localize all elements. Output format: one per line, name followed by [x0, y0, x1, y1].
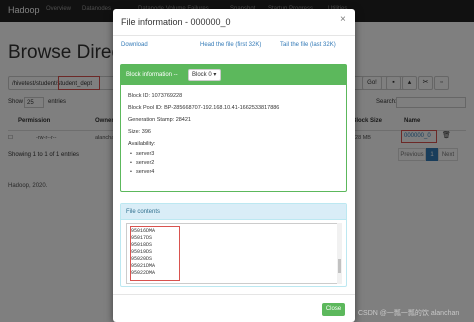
tail-file-link[interactable]: Tail the file (last 32K) [280, 42, 336, 48]
file-contents-panel: File contents 95016DMA 95017DS 95018DS 9… [120, 203, 347, 287]
watermark: CSDN @一瓢一瓢的饮 alanchan [358, 310, 460, 317]
textarea-scrollbar[interactable] [337, 223, 342, 284]
server-item: server4 [136, 169, 155, 175]
modal-header: File information - 000000_0 × [113, 9, 355, 36]
bullet-icon: • [130, 151, 132, 157]
file-contents-label: File contents [126, 209, 161, 215]
content-highlight [130, 226, 180, 281]
generation-stamp: Generation Stamp: 28421 [128, 117, 191, 123]
download-link[interactable]: Download [121, 42, 148, 48]
block-pool-id: Block Pool ID: BP-285668707-192.168.10.4… [128, 105, 280, 111]
modal-footer-divider [113, 294, 355, 295]
modal-title: File information - 000000_0 [121, 17, 231, 27]
block-info-label: Block information -- [126, 72, 178, 78]
block-info-header: Block information -- Block 0 ▾ [121, 65, 346, 85]
server-item: server3 [136, 151, 155, 157]
file-contents-header: File contents [121, 204, 346, 220]
block-info-panel: Block information -- Block 0 ▾ Block ID:… [120, 64, 347, 192]
file-info-modal: File information - 000000_0 × Download H… [113, 9, 355, 322]
bullet-icon: • [130, 160, 132, 166]
block-id: Block ID: 1073769228 [128, 93, 183, 99]
block-select-value: Block 0 [192, 72, 212, 78]
head-file-link[interactable]: Head the file (first 32K) [200, 42, 261, 48]
close-icon[interactable]: × [340, 14, 346, 25]
scrollbar-thumb[interactable] [338, 259, 341, 273]
close-button[interactable]: Close [322, 303, 345, 316]
availability-label: Availability: [128, 141, 156, 147]
block-select[interactable]: Block 0 ▾ [188, 69, 221, 81]
file-size: Size: 396 [128, 129, 151, 135]
server-item: server2 [136, 160, 155, 166]
bullet-icon: • [130, 169, 132, 175]
chevron-down-icon: ▾ [213, 72, 217, 78]
